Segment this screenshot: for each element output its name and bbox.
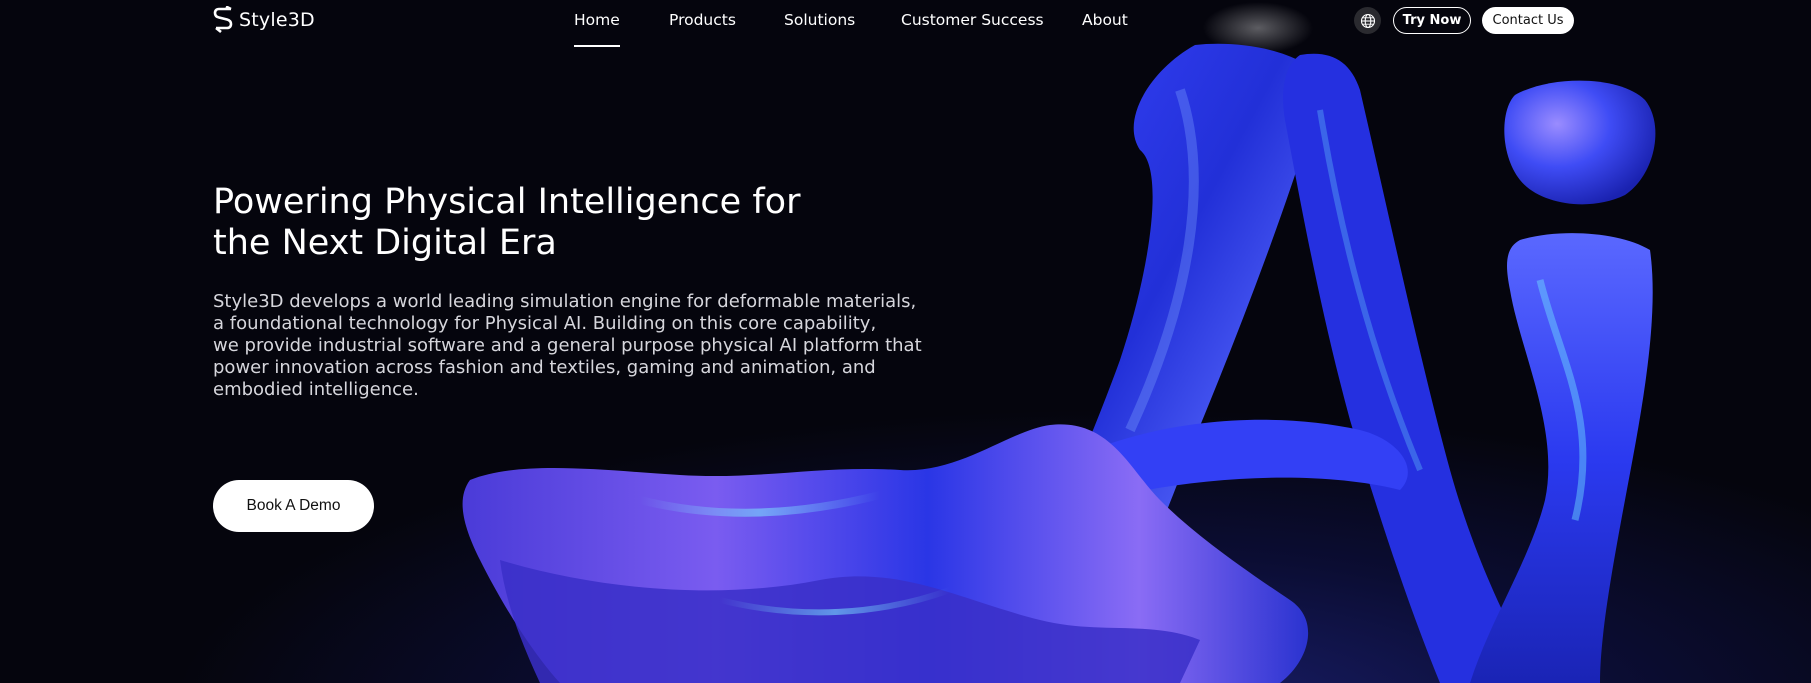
- contact-us-button[interactable]: Contact Us: [1482, 7, 1574, 34]
- site-header: Style3D Home Products Solutions Customer…: [0, 0, 1811, 47]
- language-selector[interactable]: [1354, 7, 1381, 34]
- nav-customer-success[interactable]: Customer Success: [901, 11, 1044, 29]
- hero-description: Style3D develops a world leading simulat…: [213, 291, 922, 400]
- try-now-button[interactable]: Try Now: [1393, 7, 1471, 34]
- globe-icon: [1360, 13, 1375, 28]
- hero-title: Powering Physical Intelligence for the N…: [213, 182, 801, 263]
- page: Style3D Home Products Solutions Customer…: [0, 0, 1811, 683]
- nav-about[interactable]: About: [1082, 11, 1128, 29]
- nav-products[interactable]: Products: [669, 11, 736, 29]
- book-demo-button[interactable]: Book A Demo: [213, 480, 374, 532]
- nav-solutions[interactable]: Solutions: [784, 11, 855, 29]
- nav-home[interactable]: Home: [574, 11, 620, 47]
